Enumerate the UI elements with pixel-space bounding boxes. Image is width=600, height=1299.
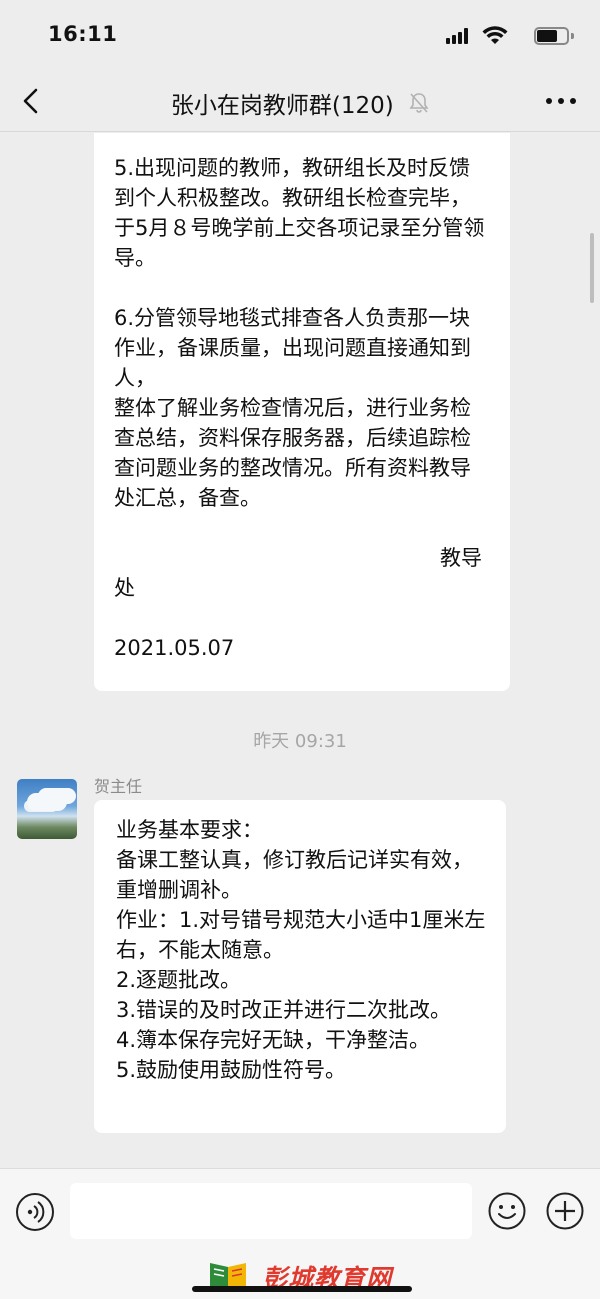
scrollbar[interactable] — [590, 233, 594, 303]
status-time: 16:11 — [48, 22, 118, 46]
message-text: 业务基本要求： 备课工整认真，修订教后记详实有效，重增删调补。 作业：1.对号错… — [116, 818, 486, 1082]
mute-icon — [409, 93, 429, 113]
emoji-icon[interactable] — [487, 1191, 527, 1231]
more-icon[interactable] — [546, 98, 576, 106]
status-icons — [434, 26, 574, 46]
chat-header: 张小在岗教师群(120) — [0, 70, 600, 132]
avatar[interactable] — [17, 779, 77, 839]
home-indicator[interactable] — [192, 1286, 412, 1292]
status-bar: 16:11 — [0, 0, 600, 70]
sender-name: 贺主任 — [94, 777, 143, 796]
message-paragraph: 6.分管领导地毯式排查各人负责那一块作业，备课质量，出现问题直接通知到人， 整体… — [114, 306, 471, 510]
wifi-icon — [482, 26, 508, 44]
plus-icon[interactable] — [545, 1191, 585, 1231]
message-date: 2021.05.07 — [114, 636, 235, 660]
message-timestamp: 昨天 09:31 — [253, 731, 347, 752]
message-signature: 教导 — [440, 546, 482, 570]
battery-icon — [534, 27, 574, 45]
chat-messages[interactable]: 5.出现问题的教师，教研组长及时反馈到个人积极整改。教研组长检查完毕，于5月８号… — [0, 133, 600, 1168]
message-bubble[interactable]: 5.出现问题的教师，教研组长及时反馈到个人积极整改。教研组长检查完毕，于5月８号… — [94, 133, 510, 691]
input-bar: 彭城教育网 — [0, 1168, 600, 1299]
message-paragraph: 5.出现问题的教师，教研组长及时反馈到个人积极整改。教研组长检查完毕，于5月８号… — [114, 156, 485, 270]
message-bubble[interactable]: 业务基本要求： 备课工整认真，修订教后记详实有效，重增删调补。 作业：1.对号错… — [94, 800, 506, 1133]
chat-title: 张小在岗教师群(120) — [170, 93, 394, 119]
message-signature-continued: 处 — [114, 576, 135, 600]
voice-button[interactable] — [16, 1193, 54, 1231]
cellular-signal-icon — [446, 28, 472, 44]
chat-title-area: 张小在岗教师群(120) — [0, 86, 600, 120]
voice-icon — [27, 1201, 45, 1223]
message-input[interactable] — [70, 1183, 472, 1239]
